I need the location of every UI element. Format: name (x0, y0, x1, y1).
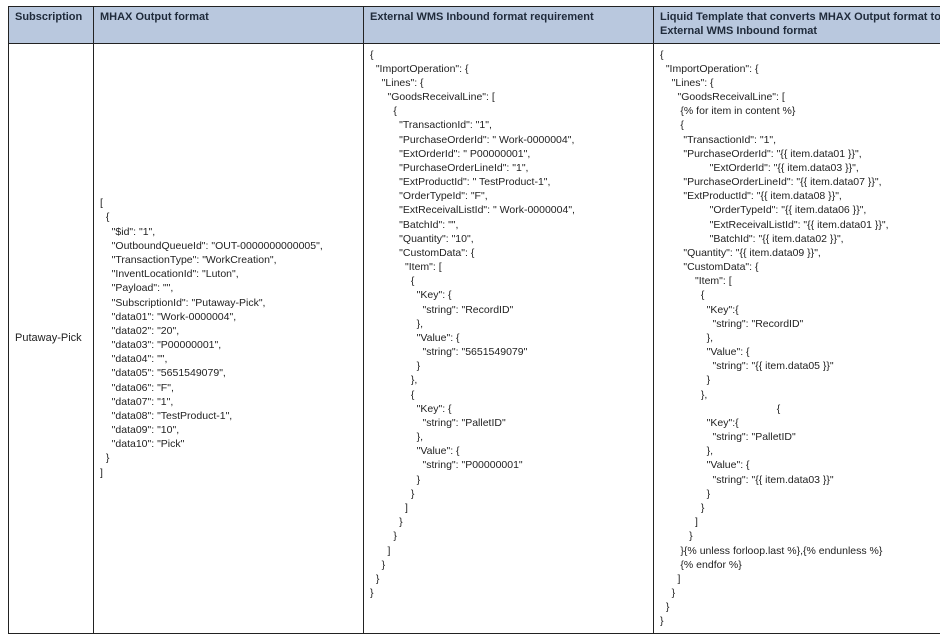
external-json: { "ImportOperation": { "Lines": { "Goods… (370, 48, 647, 601)
liquid-template: { "ImportOperation": { "Lines": { "Goods… (660, 48, 940, 629)
cell-liquid: { "ImportOperation": { "Lines": { "Goods… (654, 43, 940, 633)
cell-external: { "ImportOperation": { "Lines": { "Goods… (364, 43, 654, 633)
cell-mhax: [ { "$id": "1", "OutboundQueueId": "OUT-… (94, 43, 364, 633)
header-external: External WMS Inbound format requirement (364, 7, 654, 44)
conversion-table: Subscription MHAX Output format External… (8, 6, 940, 634)
header-subscription: Subscription (9, 7, 94, 44)
header-row: Subscription MHAX Output format External… (9, 7, 940, 44)
mhax-json: [ { "$id": "1", "OutboundQueueId": "OUT-… (100, 196, 357, 479)
table-row: Putaway-Pick [ { "$id": "1", "OutboundQu… (9, 43, 940, 633)
header-mhax: MHAX Output format (94, 7, 364, 44)
header-liquid: Liquid Template that converts MHAX Outpu… (654, 7, 940, 44)
cell-subscription: Putaway-Pick (9, 43, 94, 633)
